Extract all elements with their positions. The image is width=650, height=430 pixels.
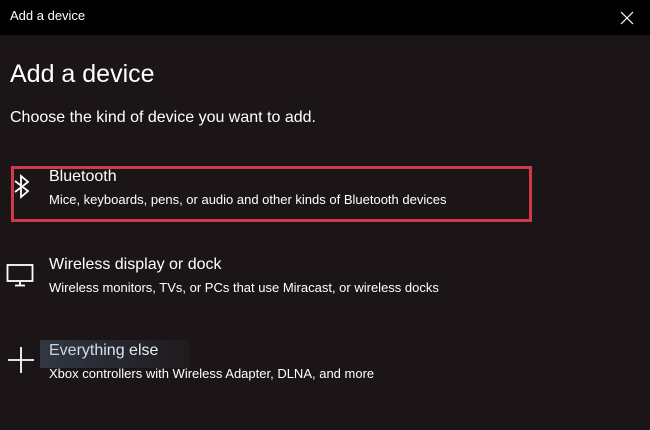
title-bar: Add a device (0, 0, 650, 35)
monitor-icon (6, 264, 34, 287)
bluetooth-icon (14, 174, 30, 199)
option-everything-else[interactable]: Everything else Xbox controllers with Wi… (0, 338, 650, 394)
option-bluetooth-description: Mice, keyboards, pens, or audio and othe… (49, 192, 447, 207)
option-wireless-display[interactable]: Wireless display or dock Wireless monito… (0, 252, 650, 308)
page-subtitle: Choose the kind of device you want to ad… (10, 109, 316, 126)
window-title: Add a device (10, 8, 86, 23)
close-button[interactable] (604, 0, 650, 35)
page-title: Add a device (10, 60, 155, 88)
option-bluetooth[interactable]: Bluetooth Mice, keyboards, pens, or audi… (0, 164, 650, 220)
option-everything-else-name: Everything else (49, 342, 159, 359)
option-everything-else-description: Xbox controllers with Wireless Adapter, … (49, 366, 375, 381)
close-icon (620, 11, 634, 24)
option-wireless-display-name: Wireless display or dock (49, 256, 222, 273)
option-bluetooth-name: Bluetooth (49, 168, 117, 185)
add-device-window: Add a device Add a device Choose the kin… (0, 0, 650, 430)
plus-icon (8, 347, 34, 373)
option-wireless-display-description: Wireless monitors, TVs, or PCs that use … (49, 280, 439, 295)
